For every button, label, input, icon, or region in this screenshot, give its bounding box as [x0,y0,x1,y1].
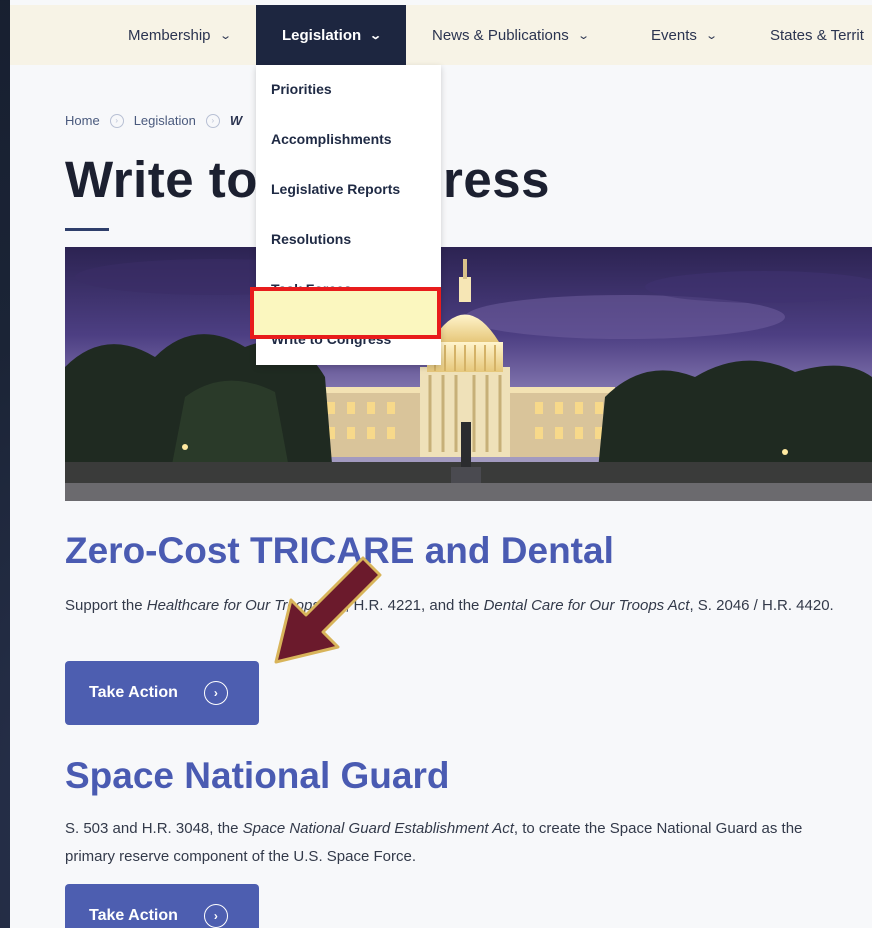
breadcrumb: Home › Legislation › W [65,113,242,128]
chevron-right-circle-icon: › [203,904,228,928]
page-title-start: Write to [65,151,258,208]
take-action-button[interactable]: Take Action › [65,661,259,725]
page-title-end: ress [443,150,550,209]
nav-legislation[interactable]: Legislation ⌄ [256,5,407,65]
web-page: Membership ⌄ Legislation ⌄ News & Public… [10,0,872,928]
nav-label: Legislation [282,26,362,44]
nav-news-publications[interactable]: News & Publications ⌄ [432,5,590,65]
chevron-right-icon: › [205,113,220,128]
nav-events[interactable]: Events ⌄ [651,5,718,65]
highlight-annotation [250,287,441,339]
top-navigation: Membership ⌄ Legislation ⌄ News & Public… [10,5,872,65]
button-label: Take Action [89,907,178,924]
section-title: Space National Guard [65,755,450,796]
section-description: Support the Healthcare for Our Troops Ac… [65,592,855,620]
breadcrumb-current: W [229,113,243,128]
chevron-down-icon: ⌄ [576,29,590,42]
nav-membership[interactable]: Membership ⌄ [128,5,232,65]
nav-label: News & Publications [432,26,569,44]
chevron-down-icon: ⌄ [218,29,232,42]
bill-name: Space National Guard Establishment Act [242,820,514,837]
button-label: Take Action [89,684,178,701]
title-divider [65,228,109,231]
nav-states-territories[interactable]: States & Territ [770,5,864,65]
menu-item-accomplishments[interactable]: Accomplishments [271,131,392,147]
chevron-down-icon: ⌄ [369,29,383,42]
chevron-right-circle-icon: › [203,681,228,705]
nav-label: Membership [128,26,211,44]
text-run: Support the [65,597,147,614]
chevron-right-icon: › [109,113,124,128]
page-title-end-text: ress [443,151,550,208]
nav-label: States & Territ [770,26,864,44]
bill-name: Dental Care for Our Troops Act [483,597,690,614]
section-description: S. 503 and H.R. 3048, the Space National… [65,815,855,871]
take-action-button[interactable]: Take Action › [65,884,259,928]
menu-item-legislative-reports[interactable]: Legislative Reports [271,181,400,197]
page-title: Write to [65,150,258,209]
nav-label: Events [651,26,697,44]
capitol-illustration [65,247,872,501]
breadcrumb-home[interactable]: Home [65,113,100,128]
capitol-hero-image [65,247,872,501]
text-run: , S. 2046 / H.R. 4420. [689,597,834,614]
arrow-annotation-icon [274,556,382,664]
menu-item-resolutions[interactable]: Resolutions [271,231,351,247]
chevron-down-icon: ⌄ [705,29,718,42]
text-run: S. 503 and H.R. 3048, the [65,820,243,837]
menu-item-priorities[interactable]: Priorities [271,81,332,97]
breadcrumb-legislation[interactable]: Legislation [134,113,196,128]
